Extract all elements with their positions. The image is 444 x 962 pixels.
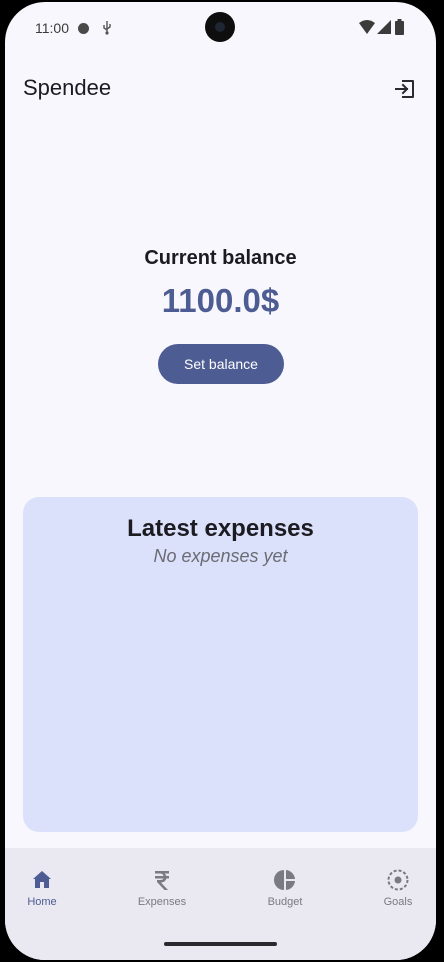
nav-item-expenses[interactable]: Expenses — [122, 868, 202, 918]
latest-expenses-title: Latest expenses — [127, 515, 314, 542]
goals-icon — [387, 869, 409, 891]
empty-expenses-text: No expenses yet — [153, 546, 288, 566]
latest-expenses-card: Latest expenses No expenses yet — [23, 497, 418, 832]
nav-item-goals[interactable]: Goals — [358, 868, 436, 918]
balance-label: Current balance — [144, 247, 297, 269]
logout-icon — [395, 80, 414, 98]
home-icon — [33, 871, 51, 888]
phone-screen: 11:00 Spendee Current balance 1100.0$ Se… — [5, 2, 436, 960]
set-balance-button[interactable]: Set balance — [158, 344, 284, 384]
nav-label-home: Home — [27, 896, 57, 908]
status-bar: 11:00 — [5, 2, 436, 54]
app-title: Spendee — [23, 75, 112, 100]
usb-icon — [103, 21, 111, 35]
wifi-icon — [359, 20, 375, 34]
home-indicator[interactable] — [164, 942, 277, 946]
notification-dot-icon — [78, 23, 89, 34]
rupee-icon — [155, 871, 169, 890]
nav-item-budget[interactable]: Budget — [245, 868, 325, 918]
balance-amount: 1100.0$ — [161, 282, 280, 319]
nav-label-goals: Goals — [383, 896, 413, 908]
logout-button[interactable] — [391, 75, 419, 103]
nav-label-expenses: Expenses — [137, 896, 187, 908]
nav-item-home[interactable]: Home — [5, 868, 82, 918]
pie-chart-icon — [274, 870, 295, 890]
signal-icon — [377, 20, 391, 34]
battery-icon — [395, 19, 404, 35]
nav-label-budget: Budget — [267, 896, 303, 908]
status-time: 11:00 — [35, 20, 69, 36]
camera-cutout — [205, 12, 235, 42]
